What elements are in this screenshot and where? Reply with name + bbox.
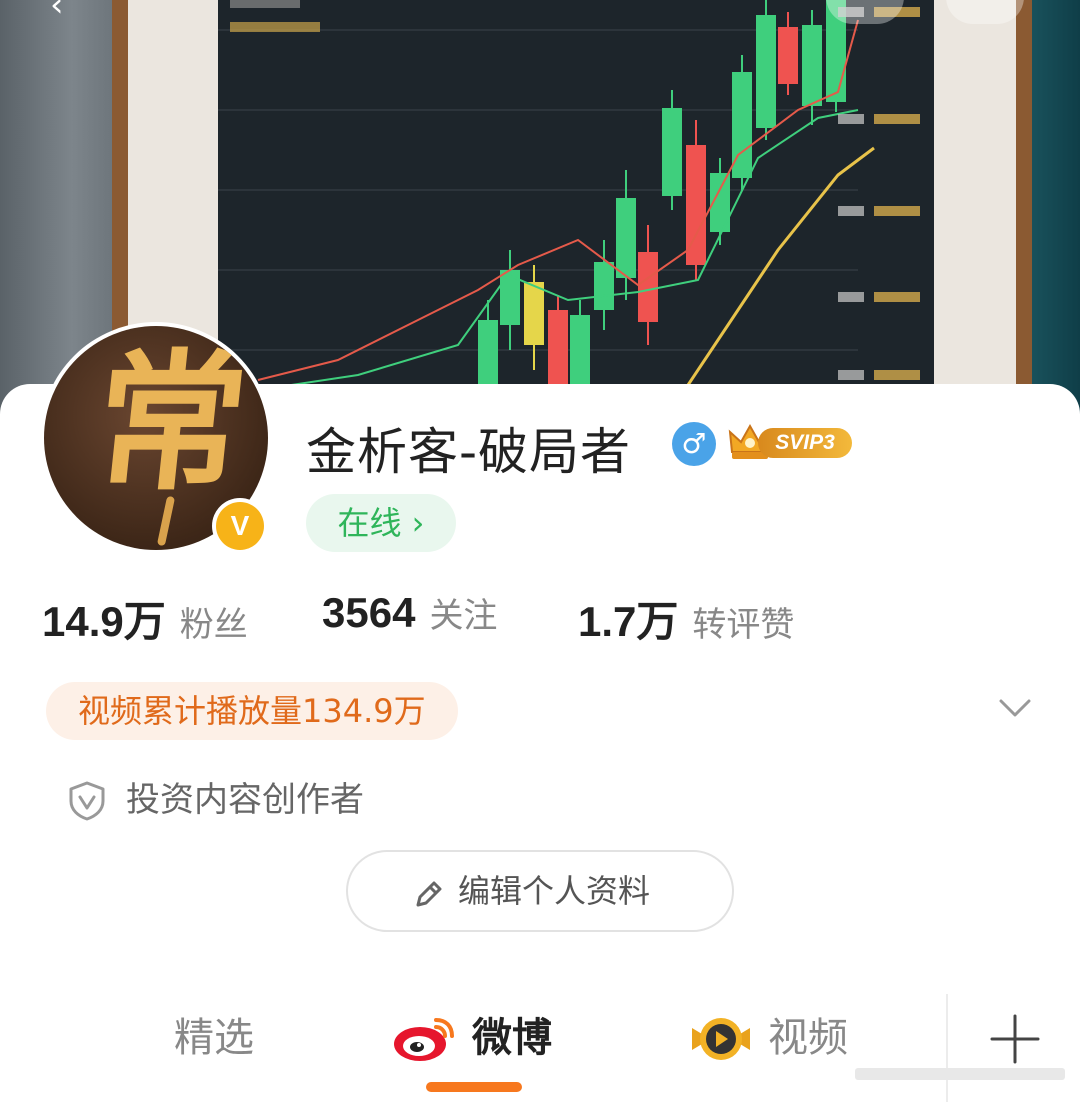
cover-candle [594,262,614,310]
cover-candlestick-art [218,0,920,420]
cover-candle [524,282,544,345]
cover-axis-tick [838,114,864,124]
cover-axis-tick [838,206,864,216]
stat-value: 1.7万 [578,598,679,645]
online-status-pill[interactable]: 在线 › [306,494,456,552]
stat-label: 转评赞 [692,605,795,645]
stat-following[interactable]: 3564 关注 [322,588,497,637]
cover-axis-label [874,370,920,380]
cover-axis-label [874,292,920,302]
video-plays-badge[interactable]: 视频累计播放量134.9万 [46,682,458,740]
verification-label: 投资内容创作者 [126,780,364,820]
male-icon: ♂ [672,422,716,466]
video-play-icon [692,1018,750,1060]
verified-badge: V [212,498,268,554]
svip-badge[interactable]: SVIP3 [728,420,854,464]
cover-header-strip [230,0,300,8]
cover-candle [662,108,682,196]
cover-candle [616,198,636,278]
plus-icon[interactable] [988,1012,1042,1066]
weibo-logo-icon [394,1018,454,1061]
chevron-down-icon[interactable] [998,690,1032,724]
tab-label: 精选 [174,1015,254,1061]
shield-v-icon [69,781,105,821]
back-arrow-icon[interactable]: ‹ [50,0,64,22]
cover-chart-screen [218,0,934,420]
cover-candle [756,15,776,128]
stat-value: 3564 [322,589,416,636]
cover-axis-tick [838,370,864,380]
cover-axis-tick [838,292,864,302]
cover-axis-label [874,206,920,216]
stat-interactions[interactable]: 1.7万 转评赞 [578,588,794,649]
verified-v-icon: V [216,502,264,550]
active-tab-indicator [426,1082,522,1092]
stat-value: 14.9万 [42,598,166,645]
username: 金析客-破局者 [306,423,632,481]
cover-candle [778,27,798,84]
watermark-bar [855,1068,1065,1080]
stat-label: 关注 [429,596,498,636]
cover-header-strip [230,22,320,32]
tab-divider [946,994,948,1102]
cover-axis-label [874,114,920,124]
stat-followers[interactable]: 14.9万 粉丝 [42,588,248,649]
cover-candle [802,25,822,106]
svip-label: SVIP3 [758,428,852,458]
edit-profile-button[interactable]: 编辑个人资料 [346,850,734,932]
cover-candle [638,252,658,322]
pencil-icon [416,881,442,907]
edit-profile-label: 编辑个人资料 [458,872,651,910]
avatar-glyph: 常 [86,335,256,511]
stat-label: 粉丝 [179,605,248,645]
tab-label: 视频 [768,1015,848,1061]
tab-label: 微博 [472,1015,552,1061]
tab-bar: 精选 微博 视频 [0,990,1080,1102]
